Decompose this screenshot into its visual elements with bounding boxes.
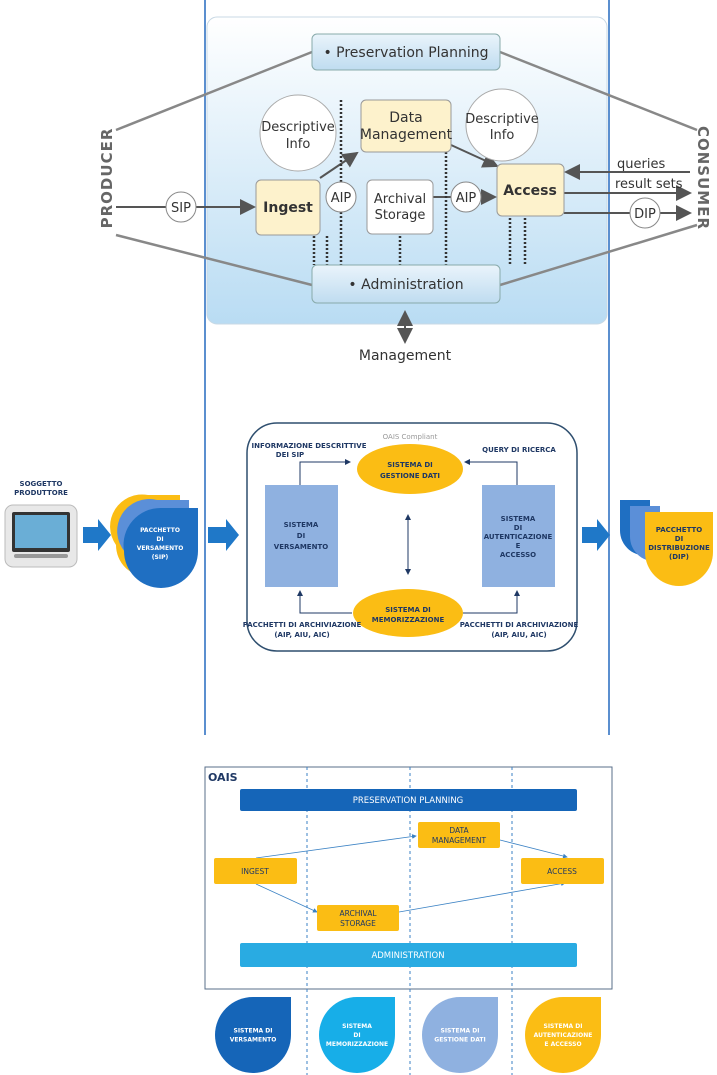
sip-package-l3: VERSAMENTO [137,545,184,552]
descriptive-info-right-l1: Descriptive [465,112,539,127]
info-descrittive-l1: INFORMAZIONE DESCRITTIVE [252,442,367,450]
aip-label-1: AIP [331,191,352,206]
drop-label-line: GESTIONE DATI [434,1037,485,1044]
consumer-label: CONSUMER [694,126,712,230]
oais-mapping: OAIS PRESERVATION PLANNING DATA MANAGEME… [204,766,613,1075]
preservation-planning-label: • Preservation Planning [323,45,488,61]
drop-label-line: MEMORIZZAZIONE [326,1041,388,1048]
pacchetti-right-l1: PACCHETTI DI ARCHIVIAZIONE [460,621,579,629]
archival-storage-l2: Storage [375,208,426,223]
data-management-l1: Data [389,110,422,126]
ingest-block-label: INGEST [241,867,269,876]
drop-label-line: SISTEMA DI [234,1028,273,1035]
drop-label-line: AUTENTICAZIONE [534,1032,593,1039]
italian-oais-flow: SOGGETTO PRODUTTORE PACCHETTO DI VERSAME… [4,422,713,652]
autenticazione-l4: E [516,542,521,550]
arrow-right-icon [582,519,610,551]
data-management-block-l1: DATA [449,826,469,835]
producer-label-l1: SOGGETTO [20,480,63,488]
dip-package-l4: (DIP) [669,553,689,561]
data-management-l2: Management [360,127,453,143]
aip-label-2: AIP [456,191,477,206]
administration-bar-label: ADMINISTRATION [371,951,444,961]
drop-label-line: VERSAMENTO [230,1037,277,1044]
drop-4: SISTEMA DI AUTENTICAZIONE E ACCESSO [525,997,601,1073]
memorizzazione-l2: MEMORIZZAZIONE [372,616,445,624]
gestione-dati-l2: GESTIONE DATI [380,472,440,480]
oais-label: OAIS [208,771,238,784]
management-label: Management [359,348,452,364]
data-management-block-l2: MANAGEMENT [432,836,487,845]
drop-label-line: SISTEMA [342,1023,372,1030]
oais-compliant-label: OAIS Compliant [383,433,438,441]
oais-functional-model: • Preservation Planning Descriptive Info… [98,16,712,364]
versamento-l3: VERSAMENTO [274,543,328,551]
archival-storage-box [366,179,434,235]
pacchetti-right-l2: (AIP, AIU, AIC) [491,631,546,639]
archival-storage-block-l1: ARCHIVAL [339,909,377,918]
sip-label: SIP [171,201,191,216]
access-label: Access [503,183,557,199]
sip-package: PACCHETTO DI VERSAMENTO (SIP) [110,494,198,588]
descriptive-info-right-l2: Info [490,128,515,143]
administration-label: • Administration [348,277,463,293]
gestione-dati-l1: SISTEMA DI [387,461,432,469]
memorizzazione-l1: SISTEMA DI [385,606,430,614]
info-descrittive-l2: DEI SIP [276,451,304,459]
archival-storage-block-l2: STORAGE [340,919,376,928]
versamento-l2: DI [297,532,305,540]
producer-label-l2: PRODUTTORE [14,489,68,497]
drop-label-line: SISTEMA DI [441,1028,480,1035]
drop-3: SISTEMA DI GESTIONE DATI [422,997,498,1073]
autenticazione-l3: AUTENTICAZIONE [484,533,553,541]
drop-label-line: E ACCESSO [544,1041,581,1048]
preservation-planning-bar-label: PRESERVATION PLANNING [353,796,464,806]
descriptive-info-left-l1: Descriptive [261,120,335,135]
drop-label-line: DI [353,1032,360,1039]
ingest-label: Ingest [263,200,313,216]
sip-package-l2: DI [156,536,163,543]
drop-label-line: SISTEMA DI [544,1023,583,1030]
drop-shape [215,997,291,1073]
dip-label: DIP [634,207,656,222]
descriptive-info-left-l2: Info [286,137,311,152]
data-management-box [360,99,452,153]
query-ricerca-label: QUERY DI RICERCA [482,446,556,454]
pacchetti-left-l1: PACCHETTI DI ARCHIVIAZIONE [243,621,362,629]
versamento-l1: SISTEMA [284,521,319,529]
oais-diagram: • Preservation Planning Descriptive Info… [4,0,713,1075]
archival-storage-l1: Archival [374,192,426,207]
dip-package-l1: PACCHETTO [656,526,703,534]
autenticazione-l1: SISTEMA [501,515,536,523]
dip-package-l3: DISTRIBUZIONE [648,544,710,552]
arrow-right-icon [208,519,239,551]
monitor-icon [4,504,78,568]
autenticazione-l5: ACCESSO [500,551,536,559]
access-block-label: ACCESS [547,867,577,876]
sip-package-l4: (SIP) [152,554,169,561]
drop-shape [422,997,498,1073]
dip-package-l2: DI [675,535,683,543]
drop-1: SISTEMA DI VERSAMENTO [215,997,291,1073]
dip-package: PACCHETTO DI DISTRIBUZIONE (DIP) [619,500,713,586]
sip-package-l1: PACCHETTO [140,527,180,534]
gestione-dati-ellipse [357,444,463,494]
autenticazione-l2: DI [514,524,522,532]
arrow-right-icon [83,519,111,551]
pacchetti-left-l2: (AIP, AIU, AIC) [274,631,329,639]
producer-label: PRODUCER [98,128,116,229]
queries-label: queries [617,157,665,172]
drop-2: SISTEMA DI MEMORIZZAZIONE [319,997,395,1073]
result-sets-label: result sets [615,177,683,192]
